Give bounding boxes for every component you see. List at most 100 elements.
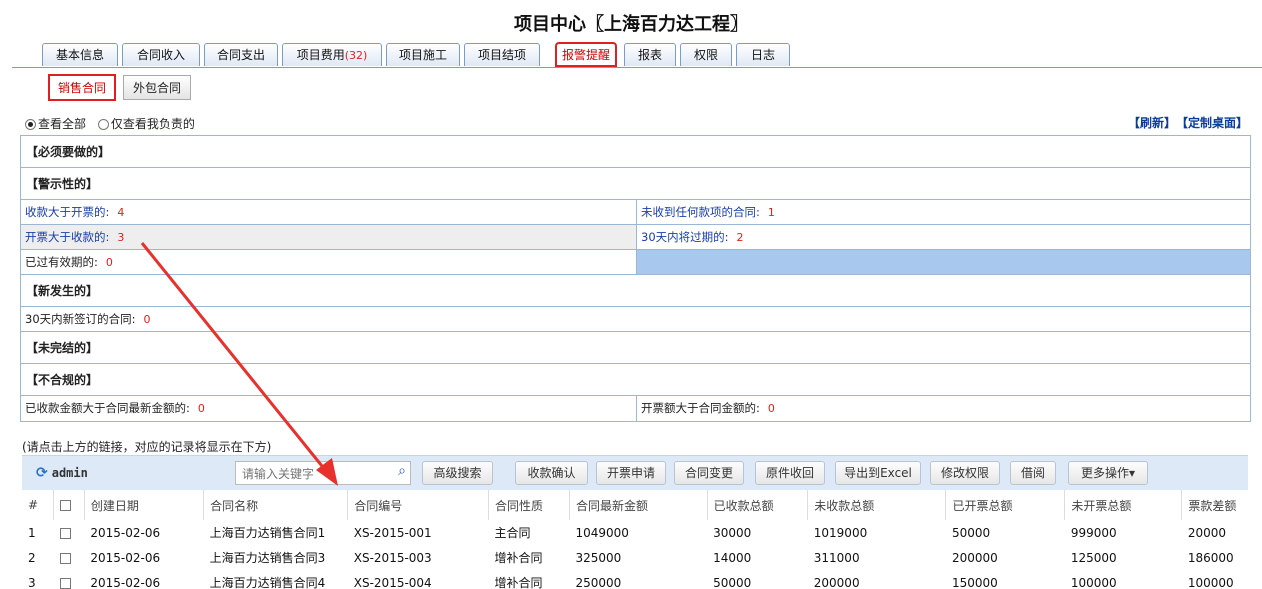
cell-contract-name[interactable]: 上海百力达销售合同3 xyxy=(204,545,348,570)
top-links: 【刷新】 【定制桌面】 xyxy=(1122,114,1248,131)
alert-count: 0 xyxy=(197,402,205,415)
export-excel-button[interactable]: 导出到Excel xyxy=(835,461,921,485)
section-noncompliant: 【不合规的】 xyxy=(21,364,1250,396)
cell-unreceived-total: 200000 xyxy=(813,575,860,589)
cell-invoice-payment-diff: 186000 xyxy=(1187,550,1234,565)
alert-expiring-30[interactable]: 30天内将过期的: 2 xyxy=(636,225,1250,249)
user-name: admin xyxy=(51,466,88,480)
col-contract-no[interactable]: 合同编号 xyxy=(347,490,489,520)
alert-invoiced-gt-received[interactable]: 开票大于收款的: 3 xyxy=(21,225,636,249)
subtab-outsource-contract[interactable]: 外包合同 xyxy=(123,75,191,100)
contract-change-button[interactable]: 合同变更 xyxy=(674,461,744,485)
cell-contract-no: XS-2015-004 xyxy=(353,575,432,589)
tab-alerts[interactable]: 报警提醒 xyxy=(555,42,617,67)
table-row[interactable]: 2 2015-02-06 上海百力达销售合同3 XS-2015-003 增补合同… xyxy=(22,545,1248,570)
alert-count: 0 xyxy=(105,256,113,269)
page-title: 项目中心〖上海百力达工程〗 xyxy=(514,14,748,35)
alert-no-payment[interactable]: 未收到任何款项的合同: 1 xyxy=(636,200,1250,224)
cell-invoice-payment-diff: 100000 xyxy=(1187,575,1234,589)
alert-received-gt-invoiced[interactable]: 收款大于开票的: 4 xyxy=(21,200,636,224)
search-input[interactable] xyxy=(240,463,392,485)
col-contract-name[interactable]: 合同名称 xyxy=(203,490,349,520)
cell-latest-amount: 250000 xyxy=(575,575,622,589)
custom-desktop-link[interactable]: 【定制桌面】 xyxy=(1182,116,1248,130)
cell-uninvoiced-total: 999000 xyxy=(1070,525,1117,540)
tab-contract-income[interactable]: 合同收入 xyxy=(122,43,200,66)
table-row[interactable]: 1 2015-02-06 上海百力达销售合同1 XS-2015-001 主合同 … xyxy=(22,520,1248,545)
cell-invoiced-total: 150000 xyxy=(951,575,998,589)
cell-received-total: 30000 xyxy=(713,525,752,540)
refresh-link[interactable]: 【刷新】 xyxy=(1128,116,1176,130)
radio-view-mine-label[interactable]: 仅查看我负责的 xyxy=(111,117,195,131)
original-recall-button[interactable]: 原件收回 xyxy=(755,461,825,485)
tab-construction[interactable]: 项目施工 xyxy=(386,43,460,66)
cell-received-total: 50000 xyxy=(713,575,752,589)
contract-table: # 创建日期 合同名称 合同编号 合同性质 合同最新金额 已收款总额 未收款总额… xyxy=(22,490,1248,589)
col-uninvoiced-total[interactable]: 未开票总额 xyxy=(1064,490,1183,520)
tab-label: 报表 xyxy=(637,48,662,62)
radio-view-all[interactable] xyxy=(25,119,36,130)
row-checkbox[interactable] xyxy=(59,552,71,564)
alert-invoice-gt-amount[interactable]: 开票额大于合同金额的: 0 xyxy=(636,396,1250,421)
subtab-sales-contract[interactable]: 销售合同 xyxy=(48,74,116,101)
cell-index: 3 xyxy=(28,575,36,589)
alert-count: 3 xyxy=(117,231,125,244)
search-icon[interactable]: ⌕ xyxy=(398,463,406,479)
tab-label: 权限 xyxy=(693,48,718,62)
tab-label: 基本信息 xyxy=(55,48,104,62)
table-row[interactable]: 3 2015-02-06 上海百力达销售合同4 XS-2015-004 增补合同… xyxy=(22,570,1248,589)
cell-created-date: 2015-02-06 xyxy=(90,550,161,565)
section-new: 【新发生的】 xyxy=(21,275,1250,307)
cell-index: 2 xyxy=(28,550,36,565)
col-invoice-payment-diff[interactable]: 票款差额 xyxy=(1182,490,1248,520)
col-contract-type[interactable]: 合同性质 xyxy=(488,490,570,520)
invoice-request-button[interactable]: 开票申请 xyxy=(596,461,666,485)
cell-received-total: 14000 xyxy=(713,550,752,565)
scope-filter: 查看全部 仅查看我负责的 xyxy=(25,115,195,132)
cell-unreceived-total: 311000 xyxy=(813,550,860,565)
cell-latest-amount: 1049000 xyxy=(575,525,629,540)
cell-invoiced-total: 50000 xyxy=(951,525,991,540)
confirm-payment-button[interactable]: 收款确认 xyxy=(515,461,588,485)
tab-label: 报警提醒 xyxy=(561,48,610,62)
radio-view-mine[interactable] xyxy=(97,119,109,130)
cell-select xyxy=(54,520,85,545)
row-checkbox[interactable] xyxy=(59,527,71,539)
cell-contract-name[interactable]: 上海百力达销售合同1 xyxy=(204,520,348,545)
col-created-date[interactable]: 创建日期 xyxy=(84,490,205,520)
cell-contract-name[interactable]: 上海百力达销售合同4 xyxy=(204,570,348,589)
cell-created-date: 2015-02-06 xyxy=(90,575,161,589)
refresh-icon[interactable]: ⟳ xyxy=(36,465,48,481)
alert-empty-cell xyxy=(636,250,1250,274)
select-all-checkbox[interactable] xyxy=(60,500,72,511)
tab-closure[interactable]: 项目结项 xyxy=(464,43,540,66)
alert-received-gt-amount[interactable]: 已收款金额大于合同最新金额的: 0 xyxy=(21,396,636,421)
borrow-button[interactable]: 借阅 xyxy=(1010,461,1056,485)
col-latest-amount[interactable]: 合同最新金额 xyxy=(569,490,708,520)
alert-count: 0 xyxy=(143,313,151,326)
cell-invoiced-total: 200000 xyxy=(951,550,998,565)
tab-contract-expense[interactable]: 合同支出 xyxy=(204,43,278,66)
tab-project-cost[interactable]: 项目费用(32) xyxy=(282,43,382,66)
radio-view-all-label[interactable]: 查看全部 xyxy=(38,117,86,131)
tab-basic-info[interactable]: 基本信息 xyxy=(42,43,118,66)
alert-expired[interactable]: 已过有效期的: 0 xyxy=(21,250,636,274)
tab-reports[interactable]: 报表 xyxy=(624,43,676,66)
tab-permissions[interactable]: 权限 xyxy=(680,43,732,66)
alert-signed-30[interactable]: 30天内新签订的合同: 0 xyxy=(21,307,1250,331)
more-actions-button[interactable]: 更多操作▾ xyxy=(1068,461,1148,485)
col-invoiced-total[interactable]: 已开票总额 xyxy=(945,490,1066,520)
edit-permission-button[interactable]: 修改权限 xyxy=(930,461,1000,485)
col-received-total[interactable]: 已收款总额 xyxy=(707,490,809,520)
advanced-search-button[interactable]: 高级搜索 xyxy=(422,461,493,485)
tab-label: 项目费用 xyxy=(296,48,345,62)
alert-count: 4 xyxy=(117,206,125,219)
tab-label: 日志 xyxy=(750,48,775,62)
cell-contract-no: XS-2015-003 xyxy=(353,550,432,565)
col-unreceived-total[interactable]: 未收款总额 xyxy=(807,490,947,520)
alert-count: 1 xyxy=(767,206,775,219)
tab-label: 合同支出 xyxy=(216,48,265,62)
grid-toolbar: ⟳admin ⌕ 高级搜索 收款确认 开票申请 合同变更 原件收回 导出到Exc… xyxy=(22,455,1248,490)
row-checkbox[interactable] xyxy=(59,577,71,589)
tab-logs[interactable]: 日志 xyxy=(736,43,790,66)
